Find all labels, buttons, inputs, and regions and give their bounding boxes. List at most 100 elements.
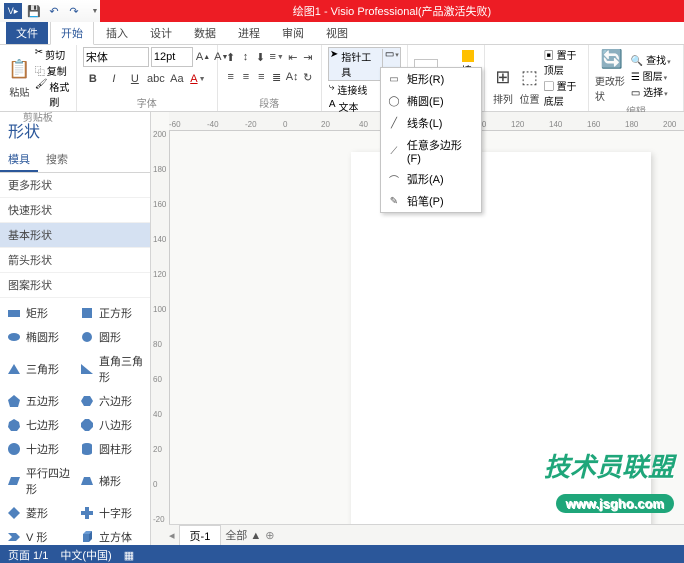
clipboard-icon: 📋 [7,58,31,82]
draw-tools-dropdown: ▭矩形(R)◯椭圆(E)╱线条(L)⟋任意多边形(F)⌒弧形(A)✎铅笔(P) [380,67,482,213]
tab-review[interactable]: 审阅 [272,22,314,44]
draw-menu-item[interactable]: ▭矩形(R) [381,68,481,90]
draw-menu-item[interactable]: ╱线条(L) [381,112,481,134]
tab-view[interactable]: 视图 [316,22,358,44]
page-tab-1[interactable]: 页-1 [179,525,222,546]
shape-item[interactable]: 正方形 [75,302,148,324]
stencil-section[interactable]: 基本形状 [0,223,150,248]
font-size-combo[interactable] [151,47,193,67]
layer-button[interactable]: ☰ 图层▾ [631,68,671,83]
shapes-pane: 形状 模具 搜索 更多形状快速形状基本形状箭头形状图案形状 矩形正方形椭圆形圆形… [0,112,151,545]
page-all-button[interactable]: 全部 ▲ [225,527,261,543]
indent-inc-button[interactable]: ⇥ [301,47,315,67]
stencil-tab[interactable]: 模具 [0,148,38,172]
add-page-icon[interactable]: ⊕ [265,529,274,542]
shape-item[interactable]: 五边形 [2,390,75,412]
save-icon[interactable]: 💾 [26,3,42,19]
shape-preview-icon [79,393,95,409]
shape-item[interactable]: 梯形 [75,462,148,500]
redo-icon[interactable]: ↷ [66,3,82,19]
indent-dec-button[interactable]: ⇤ [286,47,300,67]
arrange-button[interactable]: ⊞排列 [491,65,516,106]
strike-button[interactable]: abc [146,69,166,89]
shape-preview-icon [6,473,22,489]
cut-button[interactable]: ✂剪切 [35,47,70,62]
qat-custom-icon[interactable]: ▼ [87,3,103,19]
shape-item[interactable]: 七边形 [2,414,75,436]
rotate-text-button[interactable]: ↻ [301,67,315,87]
group-label-para: 段落 [224,95,315,111]
bullets-button[interactable]: ≡▼ [268,47,284,67]
shape-item[interactable]: 八边形 [75,414,148,436]
font-family-combo[interactable] [83,47,149,67]
draw-menu-item[interactable]: ◯椭圆(E) [381,90,481,112]
watermark: 技术员联盟 www.jsgho.com [544,447,674,515]
shape-item[interactable]: 菱形 [2,502,75,524]
charsize-button[interactable]: Aa [167,69,187,89]
align-middle-button[interactable]: ↕ [239,47,253,67]
status-page[interactable]: 页面 1/1 [8,547,48,563]
justify-button[interactable]: ≣ [269,67,283,87]
find-button[interactable]: 🔍 查找▾ [631,52,671,67]
select-button[interactable]: ▭ 选择▾ [631,84,671,99]
stencil-section[interactable]: 图案形状 [0,273,150,298]
text-dir-button[interactable]: A↕ [285,67,300,87]
group-label-font: 字体 [83,95,211,111]
tab-file[interactable]: 文件 [6,22,48,44]
shape-glyph-icon: ✎ [387,196,401,207]
font-color-button[interactable]: A▼ [188,69,208,89]
shape-item[interactable]: 圆形 [75,326,148,348]
draw-menu-item[interactable]: ✎铅笔(P) [381,190,481,212]
italic-button[interactable]: I [104,69,124,89]
position-button[interactable]: ⬚位置 [517,65,542,106]
shape-item[interactable]: 直角三角形 [75,350,148,388]
tab-insert[interactable]: 插入 [96,22,138,44]
shape-item[interactable]: 十边形 [2,438,75,460]
shape-item[interactable]: V 形 [2,526,75,545]
shape-item[interactable]: 椭圆形 [2,326,75,348]
shape-preview-icon [6,393,22,409]
stencil-section[interactable]: 更多形状 [0,173,150,198]
align-top-button[interactable]: ⬆ [224,47,238,67]
copy-button[interactable]: ⿻复制 [35,63,70,78]
shape-preview-icon [6,441,22,457]
shapes-title: 形状 [0,112,150,148]
undo-icon[interactable]: ↶ [46,3,62,19]
draw-menu-item[interactable]: ⟋任意多边形(F) [381,134,481,168]
shape-item[interactable]: 圆柱形 [75,438,148,460]
grow-font-button[interactable]: A▲ [195,47,211,67]
shape-item[interactable]: 立方体 [75,526,148,545]
draw-menu-item[interactable]: ⌒弧形(A) [381,168,481,190]
bold-button[interactable]: B [83,69,103,89]
tab-home[interactable]: 开始 [50,21,94,45]
paste-button[interactable]: 📋 粘贴 [6,58,33,99]
status-lang[interactable]: 中文(中国) [60,547,111,563]
shape-glyph-icon: ⌒ [387,172,401,187]
tab-process[interactable]: 进程 [228,22,270,44]
shape-item[interactable]: 六边形 [75,390,148,412]
shape-preview-icon [79,361,95,377]
shape-preview-icon [79,441,95,457]
align-bottom-button[interactable]: ⬇ [254,47,268,67]
align-right-button[interactable]: ≡ [254,67,268,87]
macro-icon[interactable]: ▦ [124,549,134,562]
page-nav-prev[interactable]: ◂ [169,529,175,542]
underline-button[interactable]: U [125,69,145,89]
format-painter-button[interactable]: 🖌格式刷 [35,79,70,109]
stencil-section[interactable]: 快速形状 [0,198,150,223]
shape-item[interactable]: 十字形 [75,502,148,524]
align-center-button[interactable]: ≡ [239,67,253,87]
shape-item[interactable]: 矩形 [2,302,75,324]
send-back-button[interactable]: ▢ 置于底层 [544,78,582,108]
change-shape-button[interactable]: 🔄更改形状 [595,47,629,103]
shape-item[interactable]: 三角形 [2,350,75,388]
copy-icon: ⿻ [35,63,45,78]
shape-item[interactable]: 平行四边形 [2,462,75,500]
align-left-button[interactable]: ≡ [224,67,238,87]
search-tab[interactable]: 搜索 [38,148,76,172]
tab-data[interactable]: 数据 [184,22,226,44]
bring-front-button[interactable]: ▣ 置于顶层 [544,47,582,77]
window-title: 绘图1 - Visio Professional(产品激活失败) [100,0,684,22]
tab-design[interactable]: 设计 [140,22,182,44]
stencil-section[interactable]: 箭头形状 [0,248,150,273]
